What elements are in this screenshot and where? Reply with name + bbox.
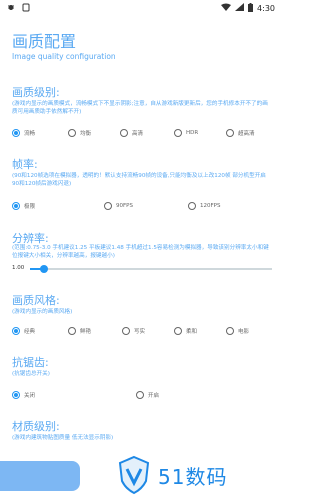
frame-rate-desc: (90和120帧选项在模拟器，透明的！默认支持流畅90帧的设备,只能均衡及以上改…: [12, 173, 266, 187]
radio[interactable]: [122, 327, 130, 335]
quality-option-hd[interactable]: 高清: [120, 126, 143, 140]
style-desc: (游戏内显示的画质风格): [12, 309, 73, 315]
antialias-option-on[interactable]: 开启: [136, 388, 159, 402]
radio[interactable]: [68, 129, 76, 137]
radio[interactable]: [226, 129, 234, 137]
resolution-value: 1.00: [12, 265, 25, 271]
antialias-title: 抗锯齿:: [12, 356, 49, 369]
frame-rate-options: 极限 90FPS 120FPS: [12, 199, 272, 213]
bug-icon: [6, 2, 16, 14]
antialias-option-off[interactable]: 关闭: [12, 388, 35, 402]
texture-level-desc: (游戏内建筑物贴图质量 低无法显示阴影): [12, 435, 114, 441]
watermark-text: 51数码: [158, 464, 228, 489]
fps-option-extreme[interactable]: 极限: [12, 199, 35, 213]
radio[interactable]: [174, 129, 182, 137]
notification-icon: [22, 3, 30, 14]
bottom-action-button[interactable]: [0, 461, 80, 491]
page-header: 画质配置 Image quality configuration: [0, 18, 281, 68]
radio[interactable]: [104, 202, 112, 210]
resolution-desc: (范围:0.75-3.0 手机建议1.25 平板建议1.48 手机超过1.5容易…: [12, 245, 269, 259]
slider-track[interactable]: [30, 268, 272, 270]
style-option-soft[interactable]: 柔和: [174, 324, 197, 338]
antialias-options: 关闭 开启: [12, 388, 272, 402]
radio[interactable]: [188, 202, 196, 210]
radio-checked[interactable]: [12, 391, 20, 399]
quality-option-smooth[interactable]: 流畅: [12, 126, 35, 140]
watermark: 51数码: [118, 452, 278, 498]
quality-level-title: 画质级别:: [12, 86, 60, 99]
quality-option-balanced[interactable]: 均衡: [68, 126, 91, 140]
texture-level-title: 材质级别:: [12, 420, 60, 433]
style-title: 画质风格:: [12, 294, 60, 307]
quality-option-uhd[interactable]: 超高清: [226, 126, 255, 140]
style-options: 经典 鲜艳 写实 柔和 电影: [12, 324, 272, 338]
resolution-slider[interactable]: 1.00: [12, 263, 274, 275]
time: 4:30: [257, 3, 275, 13]
radio-checked[interactable]: [12, 327, 20, 335]
status-bar: 4:30: [0, 0, 281, 16]
antialias-desc: (抗锯齿总开关): [12, 371, 50, 377]
radio[interactable]: [136, 391, 144, 399]
style-option-realistic[interactable]: 写实: [122, 324, 145, 338]
radio-checked[interactable]: [12, 202, 20, 210]
radio[interactable]: [120, 129, 128, 137]
style-option-vivid[interactable]: 鲜艳: [68, 324, 91, 338]
shield-logo-icon: [118, 455, 150, 495]
style-option-movie[interactable]: 电影: [226, 324, 249, 338]
slider-thumb[interactable]: [40, 265, 48, 273]
radio-checked[interactable]: [12, 129, 20, 137]
radio[interactable]: [226, 327, 234, 335]
radio[interactable]: [174, 327, 182, 335]
quality-level-options: 流畅 均衡 高清 HDR 超高清: [12, 126, 272, 140]
wifi-icon: [221, 3, 232, 13]
signal-icon: [235, 3, 245, 13]
page-title: 画质配置: [12, 32, 77, 51]
page-subtitle: Image quality configuration: [12, 52, 116, 61]
quality-level-desc: (游戏内显示的画质模式，流畅模式下不显示阴影;注意，自从游戏新版更新后，您的手机…: [12, 101, 268, 115]
battery-icon: [248, 2, 254, 14]
fps-option-120[interactable]: 120FPS: [188, 199, 220, 213]
quality-option-hdr[interactable]: HDR: [174, 126, 198, 140]
fps-option-90[interactable]: 90FPS: [104, 199, 133, 213]
radio[interactable]: [68, 327, 76, 335]
frame-rate-title: 帧率:: [12, 158, 38, 171]
style-option-classic[interactable]: 经典: [12, 324, 35, 338]
